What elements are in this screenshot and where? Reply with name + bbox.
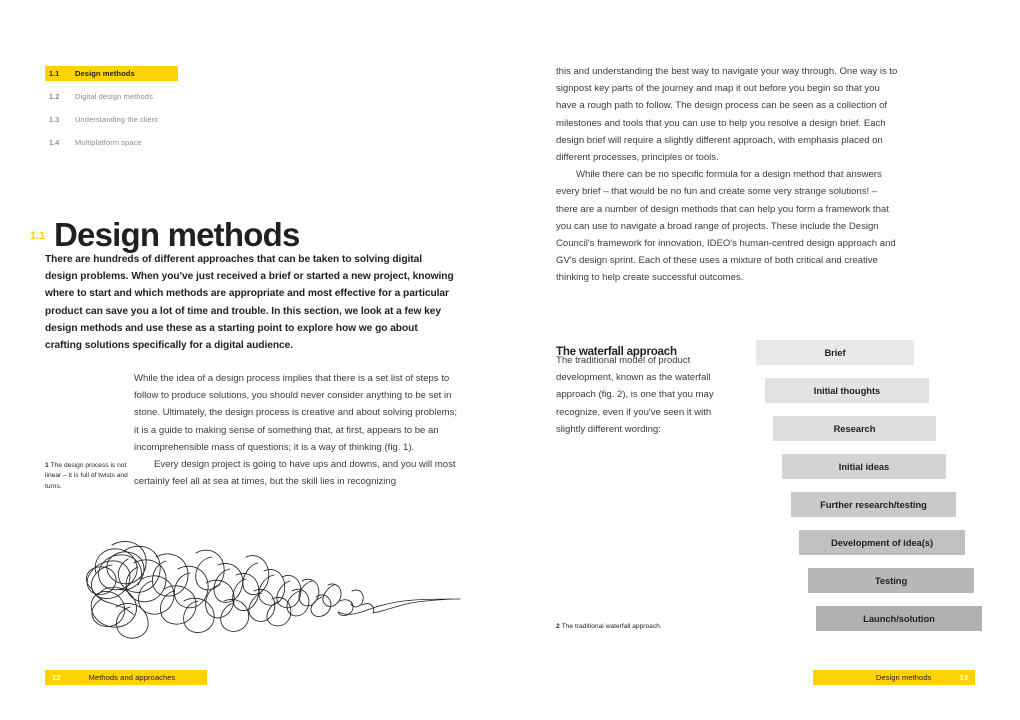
right-paragraph-1: this and understanding the best way to n… [556, 66, 898, 164]
left-body-column: While the idea of a design process impli… [134, 370, 461, 490]
figure-2-caption: 2 The traditional waterfall approach. [556, 622, 776, 632]
toc-item-number: 1.2 [49, 92, 60, 101]
waterfall-step-initial-thoughts: Initial thoughts [765, 378, 929, 403]
footer-right-page: Design methods 13 [813, 670, 975, 685]
toc-item-number: 1.1 [49, 69, 60, 78]
toc-item-label: Design methods [75, 69, 135, 78]
page-number-left: 12 [52, 673, 61, 682]
waterfall-step-testing: Testing [808, 568, 974, 593]
figure-2-caption-text: The traditional waterfall approach. [561, 623, 662, 630]
book-spread: 1.1 Design methods 1.2 Digital design me… [0, 0, 1020, 720]
toc-item-multiplatform-space[interactable]: 1.4 Multiplatform space [45, 135, 178, 150]
waterfall-step-further-research-testing: Further research/testing [791, 492, 956, 517]
standfirst-intro: There are hundreds of different approach… [45, 254, 454, 352]
toc-item-design-methods[interactable]: 1.1 Design methods [45, 66, 178, 81]
waterfall-step-development-of-ideas: Development of idea(s) [799, 530, 965, 555]
page-number-right: 13 [959, 673, 968, 682]
waterfall-step-launch-solution: Launch/solution [816, 606, 982, 631]
waterfall-section-body: The traditional model of product develop… [556, 352, 734, 438]
figure-1-number: 1 [45, 462, 49, 469]
left-paragraph-2: Every design project is going to have up… [134, 459, 456, 488]
toc-item-label: Digital design methods [75, 92, 153, 101]
waterfall-paragraph: The traditional model of product develop… [556, 355, 714, 435]
toc-item-number: 1.3 [49, 115, 60, 124]
design-squiggle-icon [85, 541, 461, 639]
right-body-column: this and understanding the best way to n… [556, 63, 900, 287]
toc-item-number: 1.4 [49, 138, 60, 147]
right-paragraph-2: While there can be no specific formula f… [556, 169, 896, 284]
waterfall-step-brief: Brief [756, 340, 914, 365]
waterfall-step-initial-ideas: Initial ideas [782, 454, 946, 479]
running-head-right: Design methods [875, 673, 932, 682]
toc-item-label: Understanding the client [75, 115, 159, 124]
waterfall-step-research: Research [773, 416, 936, 441]
footer-left-page: 12 Methods and approaches [45, 670, 207, 685]
figure-2-number: 2 [556, 623, 560, 630]
left-paragraph-1: While the idea of a design process impli… [134, 373, 458, 453]
figure-1-design-squiggle [72, 527, 462, 643]
page-title: Design methods [54, 216, 300, 254]
toc-item-understanding-the-client[interactable]: 1.3 Understanding the client [45, 112, 178, 127]
toc-item-digital-design-methods[interactable]: 1.2 Digital design methods [45, 89, 178, 104]
figure-1-caption: 1 The design process is not linear – it i… [45, 461, 129, 492]
figure-2-waterfall-diagram: Brief Initial thoughts Research Initial … [756, 340, 986, 631]
chapter-number: 1.1 [30, 230, 46, 243]
running-head-left: Methods and approaches [88, 673, 176, 682]
figure-1-caption-text: The design process is not linear – it is… [45, 462, 128, 490]
toc-item-label: Multiplatform space [75, 138, 142, 147]
chapter-contents-list: 1.1 Design methods 1.2 Digital design me… [45, 66, 178, 158]
